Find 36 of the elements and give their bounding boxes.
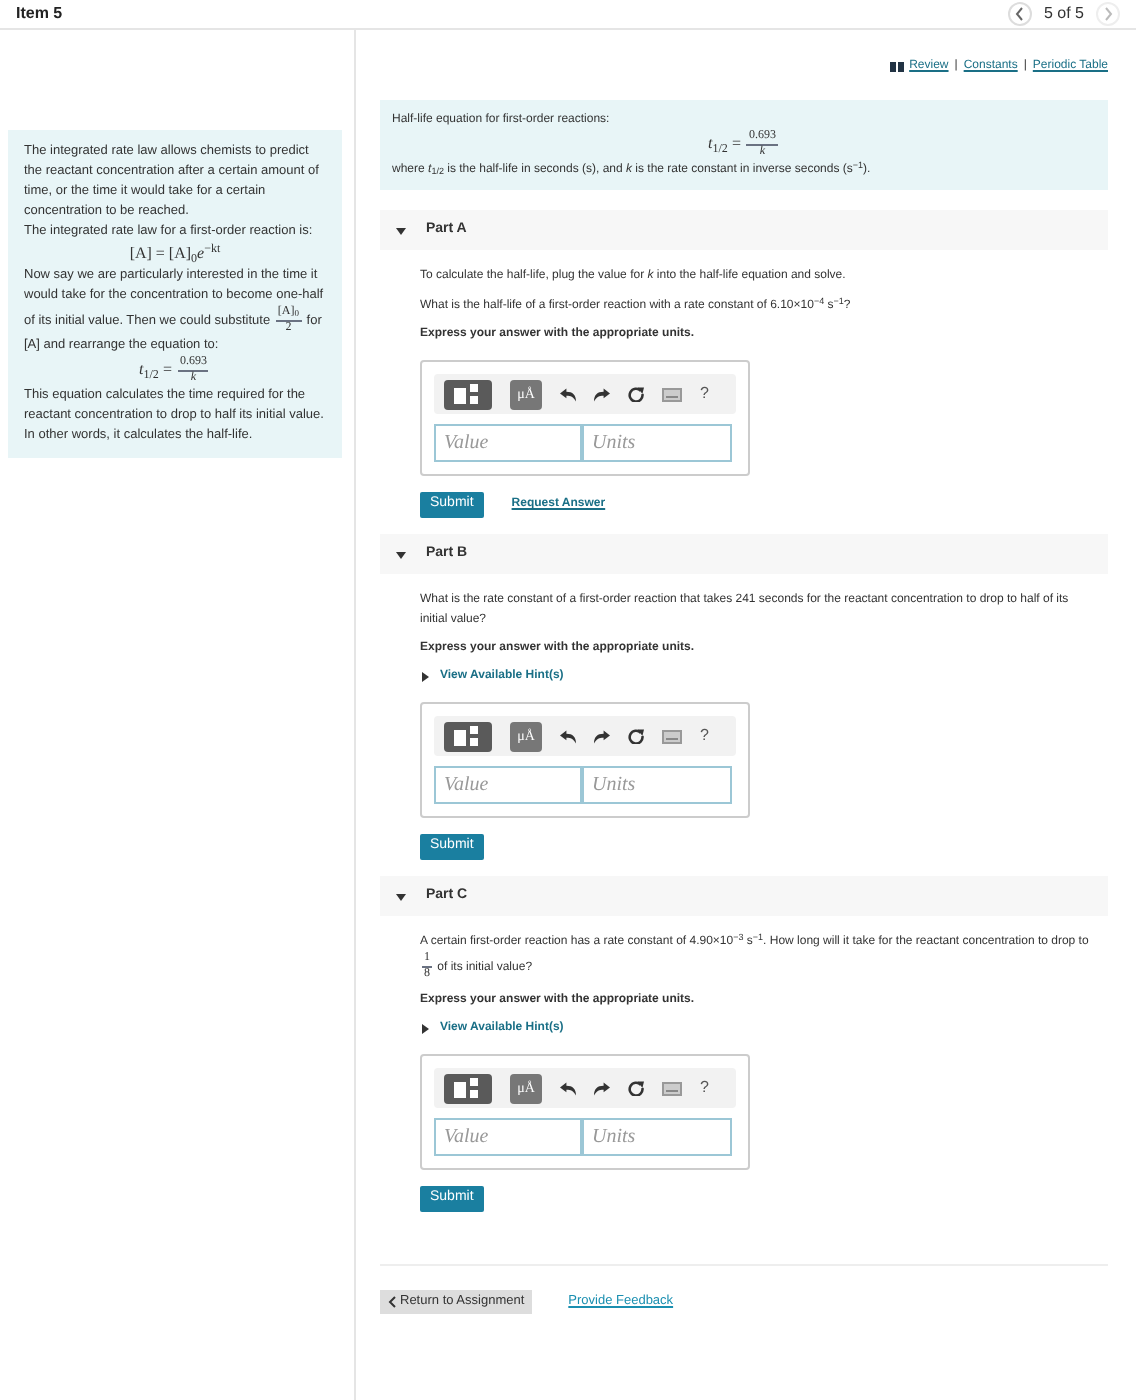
templates-icon (454, 726, 482, 746)
undo-icon[interactable] (560, 729, 576, 743)
keyboard-icon[interactable] (662, 729, 682, 743)
templates-button[interactable] (444, 1073, 492, 1103)
templates-icon (454, 1078, 482, 1098)
chevron-left-icon (388, 1296, 396, 1308)
templates-button[interactable] (444, 721, 492, 751)
templates-icon (454, 384, 482, 404)
page-counter: 5 of 5 (1043, 2, 1084, 26)
redo-icon[interactable] (594, 1081, 610, 1095)
value-field[interactable]: Value (434, 766, 582, 804)
reset-icon[interactable] (628, 1080, 644, 1096)
templates-button[interactable] (444, 379, 492, 409)
equation: [A] = [A]$_{0}$e$^{−kt}$ (127, 242, 223, 266)
keyboard-icon[interactable] (662, 1081, 682, 1095)
help-button[interactable]: ? (700, 382, 709, 406)
redo-icon[interactable] (594, 729, 610, 743)
caret-icon (396, 549, 406, 559)
redo-icon[interactable] (594, 387, 610, 401)
value-field[interactable]: Value (434, 424, 582, 462)
caret-icon (396, 891, 406, 901)
units-field[interactable]: Units (582, 766, 732, 804)
units-field[interactable]: Units (582, 1118, 732, 1156)
undo-icon[interactable] (560, 387, 576, 401)
keyboard-icon[interactable] (662, 387, 682, 401)
help-button[interactable]: ? (700, 724, 709, 748)
previous-icon[interactable] (1007, 2, 1032, 26)
caret-icon (396, 225, 406, 235)
value-field[interactable]: Value (434, 1118, 582, 1156)
undo-icon[interactable] (560, 1081, 576, 1095)
units-field[interactable]: Units (582, 424, 732, 462)
item-title: Item 5 (16, 2, 63, 26)
reset-icon[interactable] (628, 386, 644, 402)
book-icon (889, 62, 904, 72)
reset-icon[interactable] (628, 728, 644, 744)
help-button[interactable]: ? (700, 1076, 709, 1100)
